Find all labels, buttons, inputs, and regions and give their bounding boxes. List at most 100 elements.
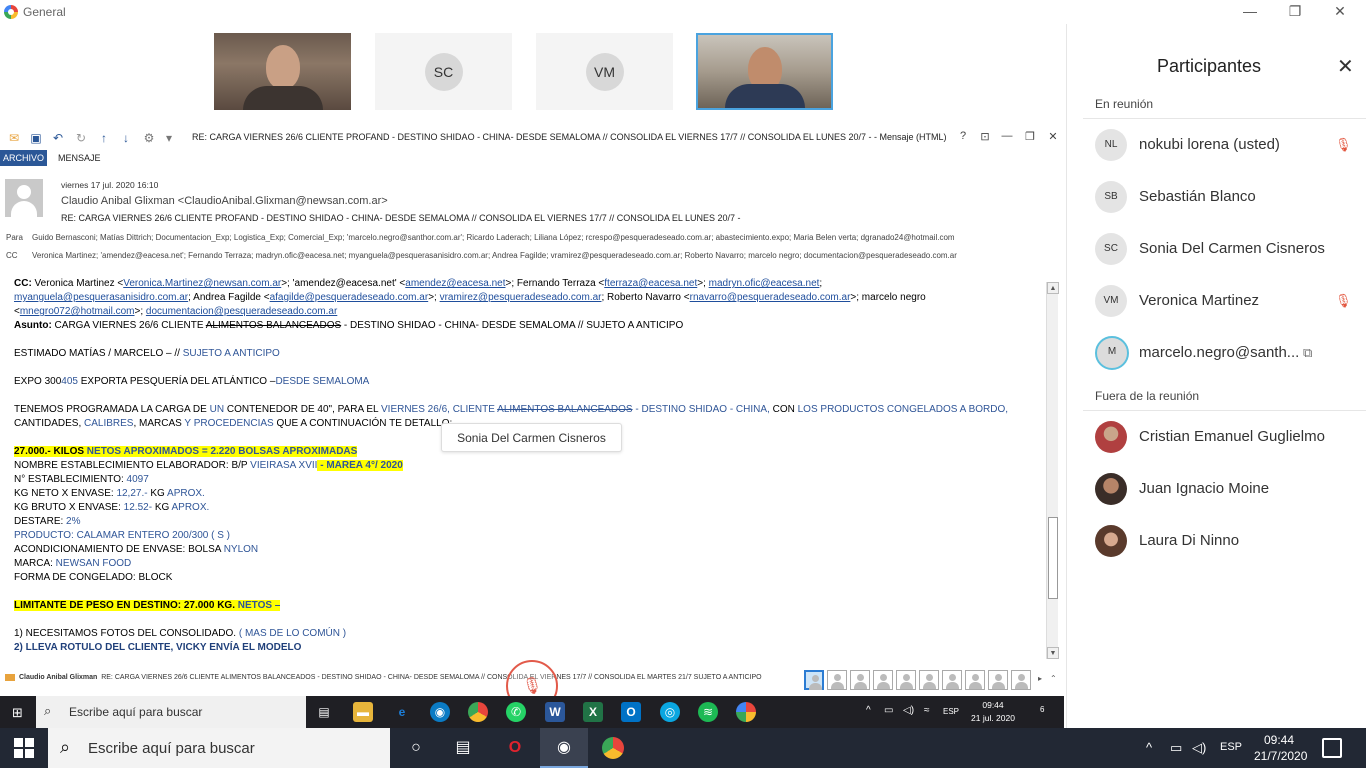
message-from[interactable]: Claudio Anibal Glixman <ClaudioAnibal.Gl… bbox=[61, 195, 388, 207]
save-icon[interactable]: ▣ bbox=[28, 130, 44, 146]
contact-thumbnail[interactable] bbox=[942, 670, 962, 690]
ribbon-options-button[interactable]: ⊡ bbox=[977, 130, 993, 143]
avatar bbox=[1095, 525, 1127, 557]
meeting-app-taskbar-icon[interactable]: ◉ bbox=[540, 728, 588, 768]
search-input[interactable]: Escribe aquí para buscar bbox=[88, 740, 255, 757]
file-explorer-icon: ▬ bbox=[353, 702, 373, 722]
word-icon: W bbox=[545, 702, 565, 722]
scroll-thumb[interactable] bbox=[1048, 517, 1058, 599]
tab-mensaje[interactable]: MENSAJE bbox=[58, 150, 101, 166]
body-detail-line: PRODUCTO: CALAMAR ENTERO 200/300 ( S ) bbox=[14, 530, 230, 541]
email-link[interactable]: documentacion@pesqueradeseado.com.ar bbox=[146, 306, 337, 317]
tray-chevron-icon: ^ bbox=[866, 705, 871, 716]
email-link[interactable]: amendez@eacesa.net bbox=[405, 278, 505, 289]
email-link[interactable]: vramirez@pesqueradeseado.com.ar bbox=[440, 292, 602, 303]
collapse-pane-icon[interactable]: ⌃ bbox=[1050, 674, 1057, 683]
divider bbox=[1083, 410, 1366, 411]
to-recipients[interactable]: Guido Bernasconi; Matías Dittrich; Docum… bbox=[32, 233, 1022, 242]
email-link[interactable]: madryn.ofic@eacesa.net bbox=[709, 278, 820, 289]
email-link[interactable]: mnegro072@hotmail.com bbox=[20, 306, 135, 317]
body-paragraph: CANTIDADES, CALIBRES, MARCAS Y PROCEDENC… bbox=[14, 418, 453, 429]
network-icon[interactable]: ▭ bbox=[1170, 740, 1182, 756]
participant-name: Cristian Emanuel Guglielmo bbox=[1139, 428, 1325, 445]
customize-dropdown-icon[interactable]: ▾ bbox=[161, 130, 177, 146]
expand-pane-icon[interactable]: ▸ bbox=[1038, 674, 1042, 683]
body-list-item: 2) LLEVA ROTULO DEL CLIENTE, VICKY ENVÍA… bbox=[14, 642, 302, 653]
contact-thumbnail[interactable] bbox=[850, 670, 870, 690]
message-scrollbar[interactable]: ▲ ▼ bbox=[1046, 282, 1059, 659]
avatar: VM bbox=[585, 52, 624, 91]
avatar: SC bbox=[424, 52, 463, 91]
email-link[interactable]: rnavarro@pesqueradeseado.com.ar bbox=[690, 292, 851, 303]
contact-thumbnail[interactable] bbox=[1011, 670, 1031, 690]
contact-thumbnail[interactable] bbox=[965, 670, 985, 690]
inner-clock-time: 09:44 bbox=[982, 700, 1004, 710]
shared-search-box: ⌕ Escribe aquí para buscar bbox=[36, 696, 306, 728]
internet-explorer-icon: e bbox=[398, 705, 406, 719]
panel-title: Participantes bbox=[1157, 56, 1262, 76]
email-link[interactable]: myanguela@pesquerasanisidro.com.ar bbox=[14, 292, 188, 303]
task-view-icon[interactable]: ▤ bbox=[452, 737, 474, 759]
help-button[interactable]: ? bbox=[955, 130, 971, 142]
contact-thumbnail[interactable] bbox=[827, 670, 847, 690]
copy-icon[interactable]: ⧉ bbox=[1303, 345, 1312, 361]
email-link[interactable]: afagilde@pesqueradeseado.com.ar bbox=[270, 292, 429, 303]
contact-thumbnail[interactable] bbox=[896, 670, 916, 690]
body-limit-highlight: LIMITANTE DE PESO EN DESTINO: 27.000 KG.… bbox=[14, 600, 281, 611]
video-tile[interactable]: SC bbox=[375, 33, 512, 110]
close-icon[interactable]: ✕ bbox=[1337, 54, 1354, 79]
email-link[interactable]: Veronica.Martinez@newsan.com.ar bbox=[123, 278, 281, 289]
minimize-button[interactable]: — bbox=[1230, 1, 1270, 21]
outlook-restore-button[interactable]: ❐ bbox=[1022, 130, 1038, 143]
opera-icon[interactable]: O bbox=[504, 737, 526, 759]
video-tile[interactable]: VM bbox=[536, 33, 673, 110]
body-detail-line: N° ESTABLECIMIENTO: 4097 bbox=[14, 474, 149, 485]
avatar: SB bbox=[1095, 181, 1127, 213]
up-arrow-icon[interactable]: ↑ bbox=[96, 130, 112, 146]
search-icon: ⌕ bbox=[44, 703, 52, 718]
app-icon: ◎ bbox=[660, 702, 680, 722]
down-arrow-icon[interactable]: ↓ bbox=[118, 130, 134, 146]
taskbar-search[interactable]: ⌕ Escribe aquí para buscar bbox=[48, 728, 390, 768]
windows-start-icon: ⊞ bbox=[12, 705, 23, 720]
participant-name: Laura Di Ninno bbox=[1139, 532, 1240, 549]
body-cc-line: <mnegro072@hotmail.com>; documentacion@p… bbox=[14, 306, 338, 317]
body-detail-line: KG BRUTO X ENVASE: 12.52- KG APROX. bbox=[14, 502, 210, 513]
scroll-up-icon[interactable]: ▲ bbox=[1047, 282, 1059, 294]
participant-name: Veronica Martinez bbox=[1139, 292, 1260, 309]
undo-icon[interactable]: ↶ bbox=[50, 130, 66, 146]
redo-icon[interactable]: ↻ bbox=[73, 130, 89, 146]
body-cc-line: myanguela@pesquerasanisidro.com.ar; Andr… bbox=[14, 292, 926, 303]
contact-thumbnail[interactable] bbox=[804, 670, 824, 690]
email-link[interactable]: fterraza@eacesa.net bbox=[604, 278, 697, 289]
avatar: SC bbox=[1095, 233, 1127, 265]
language-indicator[interactable]: ESP bbox=[1220, 741, 1242, 753]
contact-thumbnail[interactable] bbox=[873, 670, 893, 690]
notification-center-icon[interactable] bbox=[1322, 738, 1342, 758]
tray-chevron-icon[interactable]: ^ bbox=[1146, 740, 1152, 755]
message-body: CC: Veronica Martinez <Veronica.Martinez… bbox=[0, 275, 1045, 660]
outlook-minimize-button[interactable]: — bbox=[999, 130, 1015, 142]
people-pane-text: Claudio Anibal Glixman RE: CARGA VIERNES… bbox=[19, 674, 762, 681]
outlook-close-button[interactable]: ✕ bbox=[1045, 130, 1061, 143]
avatar: NL bbox=[1095, 129, 1127, 161]
app-title: General bbox=[23, 5, 66, 19]
video-tile[interactable] bbox=[214, 33, 351, 110]
cortana-icon[interactable]: ○ bbox=[405, 737, 427, 759]
contact-thumbnail[interactable] bbox=[988, 670, 1008, 690]
cc-recipients[interactable]: Veronica Martinez; 'amendez@eacesa.net';… bbox=[32, 251, 1022, 260]
close-button[interactable]: ✕ bbox=[1320, 1, 1360, 21]
contact-thumbnail[interactable] bbox=[919, 670, 939, 690]
clock-date[interactable]: 21/7/2020 bbox=[1254, 749, 1307, 763]
start-button[interactable] bbox=[14, 738, 34, 758]
chrome-icon[interactable] bbox=[602, 737, 624, 759]
tab-archivo[interactable]: ARCHIVO bbox=[0, 150, 47, 166]
body-list-item: 1) NECESITAMOS FOTOS DEL CONSOLIDADO. ( … bbox=[14, 628, 347, 639]
video-tile-active[interactable] bbox=[696, 33, 833, 110]
volume-icon[interactable]: ◁) bbox=[1192, 740, 1206, 756]
clock-time[interactable]: 09:44 bbox=[1254, 733, 1304, 747]
move-icon[interactable]: ⚙ bbox=[141, 130, 157, 146]
participant-video-face bbox=[265, 45, 300, 89]
scroll-down-icon[interactable]: ▼ bbox=[1047, 647, 1059, 659]
restore-button[interactable]: ❐ bbox=[1275, 1, 1315, 21]
